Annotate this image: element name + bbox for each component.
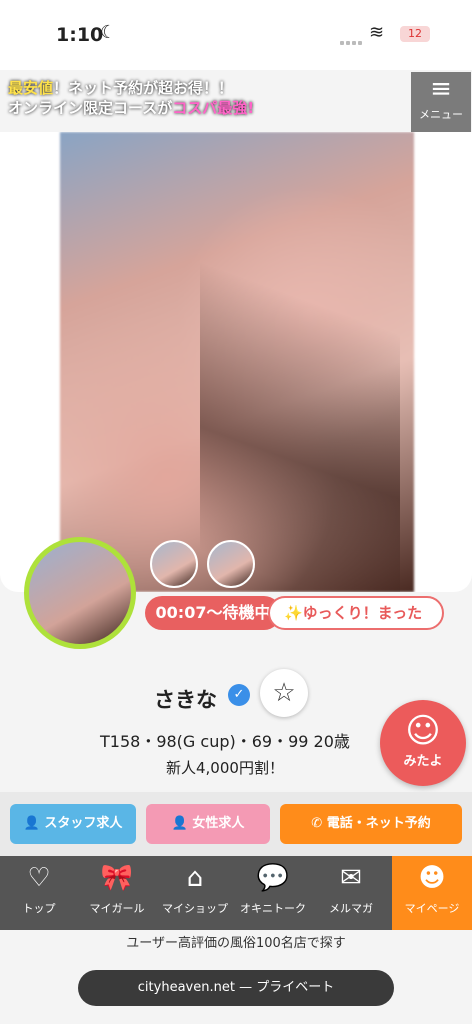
menu-button[interactable]: ≡ メニュー <box>411 72 471 132</box>
bottom-nav: ♡ トップ 🎀 マイガール ⌂ マイショップ 💬 オキニトーク ✉ メルマガ ☻… <box>0 856 472 930</box>
nav-my-page[interactable]: ☻ マイページ <box>392 856 472 930</box>
female-recruit-button[interactable]: 👤 女性求人 <box>146 804 270 844</box>
mitayo-label: みたよ <box>403 754 443 769</box>
chat-icon: 💬 <box>256 863 290 893</box>
clock: 1:10 <box>56 24 104 46</box>
hamburger-icon: ≡ <box>430 74 452 104</box>
nav-label: マイガール <box>89 902 145 915</box>
promo-highlight: 最安値 <box>8 79 54 97</box>
promo-text: ！ネット予約が超お得！！ <box>53 79 234 97</box>
url-bar[interactable]: cityheaven.net — プライベート <box>78 970 394 1006</box>
ribbon-icon: 🎀 <box>100 863 134 893</box>
girl-name: さきな <box>154 688 217 712</box>
mitayo-button[interactable]: ☺ みたよ <box>380 700 466 786</box>
nav-label: トップ <box>22 902 56 915</box>
profile-photo-card[interactable] <box>0 132 472 592</box>
signal-icon <box>340 30 364 45</box>
phone-icon: ✆ <box>311 816 323 831</box>
shop-icon: ⌂ <box>186 863 204 893</box>
nav-my-shop[interactable]: ⌂ マイショップ <box>156 856 234 930</box>
nav-label: マイページ <box>404 902 460 915</box>
photo-thumbnail-2[interactable] <box>207 540 255 588</box>
photo-thumbnail-1[interactable] <box>150 540 198 588</box>
mail-icon: ✉ <box>340 863 362 893</box>
battery-icon: 12 <box>400 26 430 42</box>
avatar[interactable] <box>24 537 136 649</box>
nav-label: マイショップ <box>162 902 228 915</box>
staff-recruit-label: スタッフ求人 <box>44 816 123 831</box>
female-recruit-label: 女性求人 <box>192 816 245 831</box>
reserve-button[interactable]: ✆ 電話・ネット予約 <box>280 804 462 844</box>
nav-mail[interactable]: ✉ メルマガ <box>312 856 390 930</box>
smile-icon: ☺ <box>405 711 441 751</box>
nav-label: オキニトーク <box>240 902 306 915</box>
moon-icon: ☾ <box>100 22 117 43</box>
avatar-icon: ☻ <box>418 863 446 893</box>
nav-top[interactable]: ♡ トップ <box>0 856 78 930</box>
discount-text: 新人4,000円割！ <box>166 759 284 777</box>
person-icon: 👤 <box>171 816 188 831</box>
promo-banner[interactable]: 最安値！ネット予約が超お得！！ オンライン限定コースがコスパ最強! <box>8 78 308 118</box>
nav-okini-talk[interactable]: 💬 オキニトーク <box>234 856 312 930</box>
promo-text-2: オンライン限定コースが <box>8 99 173 117</box>
menu-label: メニュー <box>419 108 463 121</box>
nav-my-girl[interactable]: 🎀 マイガール <box>78 856 156 930</box>
footer-text[interactable]: ユーザー高評価の風俗100名店で探す <box>0 932 472 951</box>
nav-label: メルマガ <box>329 902 373 915</box>
wait-status-badge: 00:07〜待機中 <box>145 596 281 630</box>
my-heaven-icon: ♡ <box>27 863 51 893</box>
favorite-star-button[interactable]: ☆ <box>260 669 308 717</box>
action-row: 👤 スタッフ求人 👤 女性求人 ✆ 電話・ネット予約 <box>0 792 472 856</box>
promo-highlight-2: コスパ最強! <box>172 99 255 117</box>
verified-icon: ✓ <box>228 684 250 706</box>
person-icon: 👤 <box>23 816 40 831</box>
reserve-label: 電話・ネット予約 <box>326 816 431 831</box>
message-pill[interactable]: ✨ゆっくり！まった <box>268 596 444 630</box>
staff-recruit-button[interactable]: 👤 スタッフ求人 <box>10 804 136 844</box>
wifi-icon: ≋ <box>369 22 385 43</box>
status-bar: 1:10 ☾ ≋ 12 <box>0 0 472 70</box>
profile-stats: T158・98(G cup)・69・99 20歳 <box>100 732 350 751</box>
